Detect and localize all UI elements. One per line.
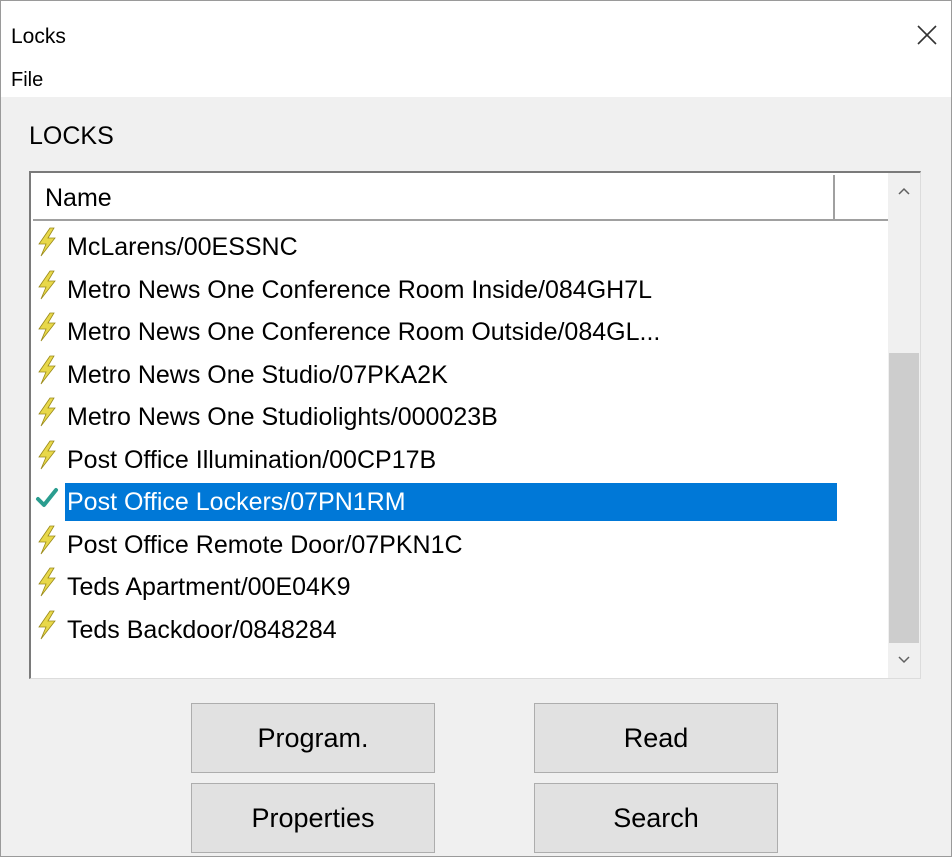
window-title: Locks xyxy=(11,25,66,48)
lightning-icon xyxy=(35,355,59,385)
properties-button[interactable]: Properties xyxy=(191,783,435,853)
list-item[interactable]: McLarens/00ESSNC xyxy=(31,225,886,268)
list-item[interactable]: Teds Backdoor/0848284 xyxy=(31,608,886,651)
list-item-label: Metro News One Conference Room Outside/0… xyxy=(67,318,661,346)
list-item[interactable]: Post Office Remote Door/07PKN1C xyxy=(31,523,886,566)
read-button[interactable]: Read xyxy=(534,703,778,773)
vertical-scrollbar[interactable] xyxy=(888,173,920,678)
lightning-icon xyxy=(35,227,59,257)
chevron-up-icon xyxy=(898,187,910,195)
scroll-up-button[interactable] xyxy=(888,175,920,209)
chevron-down-icon xyxy=(898,656,910,664)
list-item[interactable]: Metro News One Studio/07PKA2K xyxy=(31,353,886,396)
close-button[interactable] xyxy=(901,11,951,57)
column-header-name-label: Name xyxy=(45,184,112,212)
lightning-icon xyxy=(35,567,59,597)
list-item-label: Metro News One Studio/07PKA2K xyxy=(67,360,448,389)
lightning-icon xyxy=(35,525,59,555)
menu-file[interactable]: File xyxy=(11,69,43,92)
list-item[interactable]: Teds Apartment/00E04K9 xyxy=(31,565,886,608)
list-item-label: Teds Backdoor/0848284 xyxy=(67,615,337,644)
lightning-icon xyxy=(35,610,59,640)
scroll-down-button[interactable] xyxy=(888,644,920,678)
list-item-label: McLarens/00ESSNC xyxy=(67,233,298,261)
lightning-icon xyxy=(35,397,59,427)
list-item[interactable]: Post Office Illumination/00CP17B xyxy=(31,438,886,481)
lightning-icon xyxy=(35,312,59,342)
column-header-name[interactable]: Name xyxy=(33,175,835,221)
list-header: Name xyxy=(33,175,888,221)
list-item-label: Teds Apartment/00E04K9 xyxy=(67,573,351,601)
close-icon xyxy=(917,25,937,45)
scrollbar-thumb[interactable] xyxy=(889,353,919,643)
locks-list[interactable]: Name McLarens/00ESSNC Metro News One Conf… xyxy=(29,171,921,679)
menu-bar: File xyxy=(1,61,951,97)
list-item-label: Metro News One Studiolights/000023B xyxy=(67,403,498,431)
list-item[interactable]: Metro News One Studiolights/000023B xyxy=(31,395,886,438)
list-item-label: Post Office Remote Door/07PKN1C xyxy=(67,530,463,559)
list-item-label: Metro News One Conference Room Inside/08… xyxy=(67,275,653,304)
checkmark-icon xyxy=(35,482,59,512)
lightning-icon xyxy=(35,270,59,300)
list-item[interactable]: Metro News One Conference Room Outside/0… xyxy=(31,310,886,353)
locks-section-label: LOCKS xyxy=(29,122,114,150)
search-button[interactable]: Search xyxy=(534,783,778,853)
list-item-label: Post Office Illumination/00CP17B xyxy=(67,445,437,474)
list-item[interactable]: Post Office Lockers/07PN1RM xyxy=(31,480,886,523)
title-bar: Locks xyxy=(1,1,951,61)
program-button[interactable]: Program. xyxy=(191,703,435,773)
lightning-icon xyxy=(35,440,59,470)
list-item-label: Post Office Lockers/07PN1RM xyxy=(65,483,837,521)
column-header-empty[interactable] xyxy=(835,175,888,221)
locks-window: Locks File LOCKS Name McLarens/00ESSNC Me… xyxy=(0,0,952,857)
list-rows: McLarens/00ESSNC Metro News One Conferenc… xyxy=(31,225,886,650)
list-item[interactable]: Metro News One Conference Room Inside/08… xyxy=(31,268,886,311)
